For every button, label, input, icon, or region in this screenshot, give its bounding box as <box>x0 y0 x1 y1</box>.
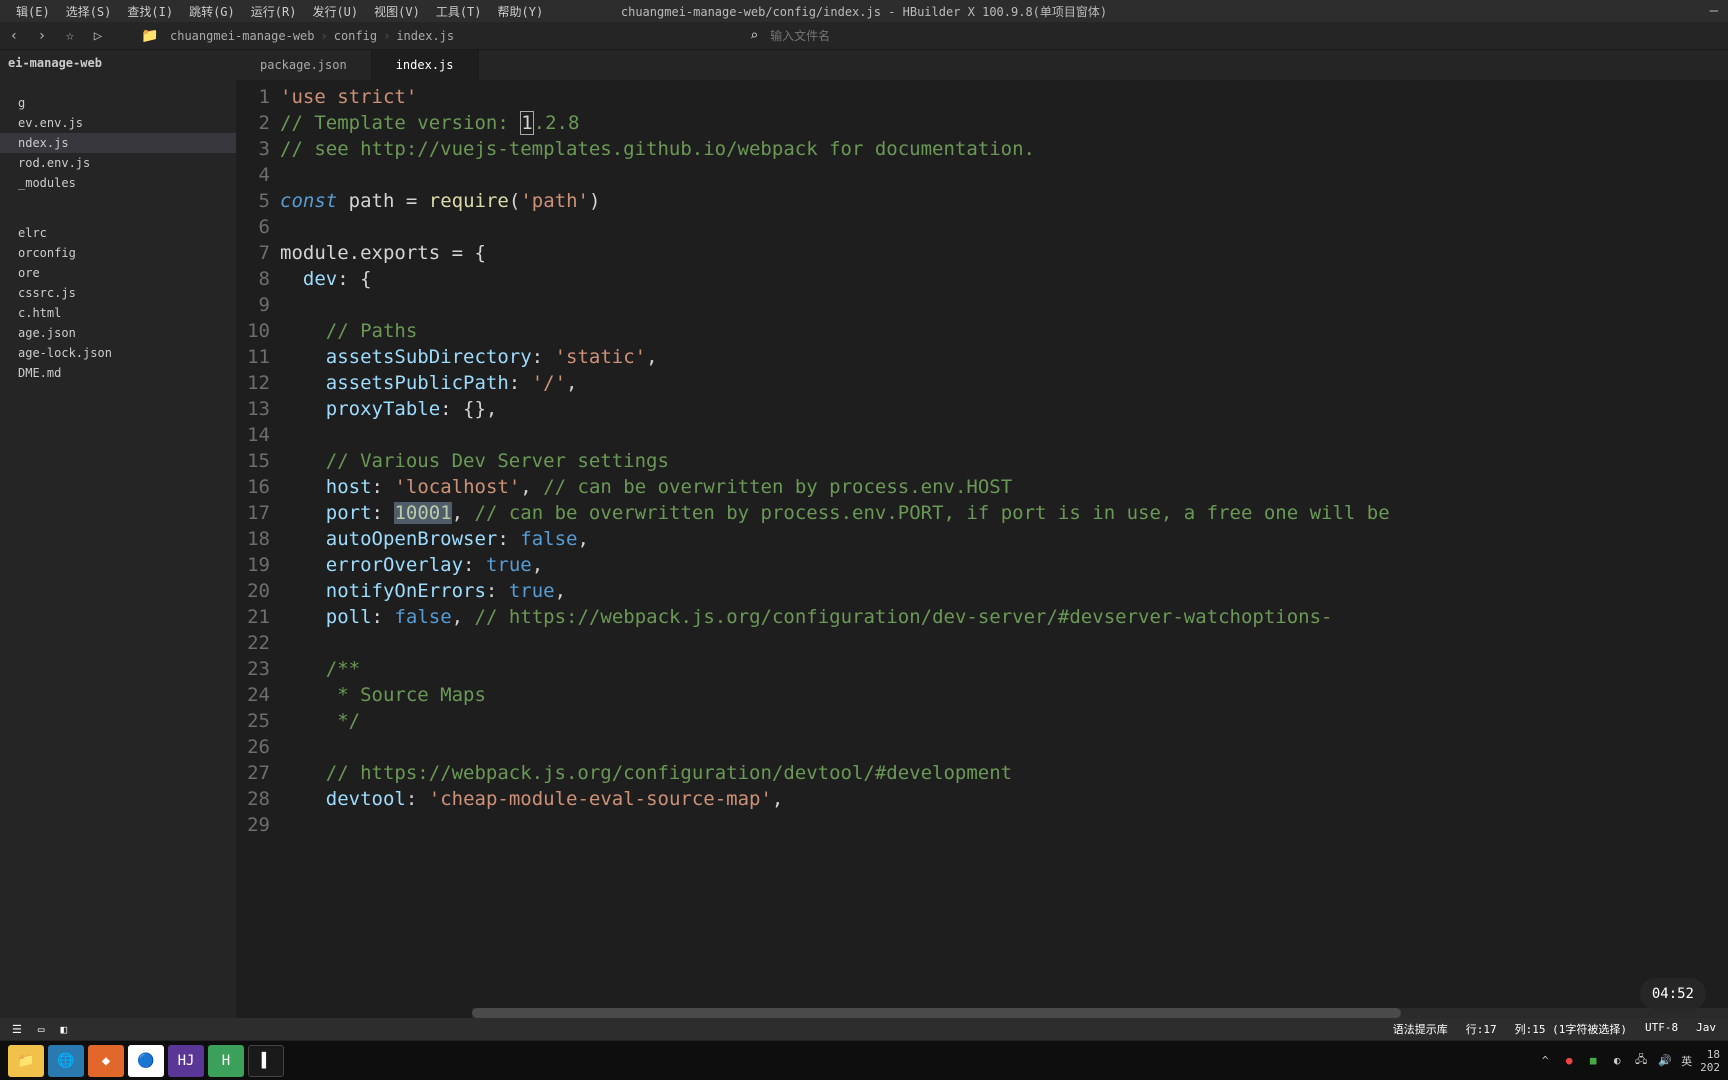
video-time-overlay: 04:52 <box>1640 978 1706 1010</box>
terminal-icon[interactable]: ▭ <box>38 1023 45 1036</box>
menubar: 辑(E) 选择(S) 查找(I) 跳转(G) 运行(R) 发行(U) 视图(V)… <box>0 0 1728 22</box>
tab-package-json[interactable]: package.json <box>236 50 372 80</box>
tree-item[interactable]: g <box>0 93 236 113</box>
ime-indicator[interactable]: 英 <box>1681 1053 1692 1069</box>
tree-item-active[interactable]: ndex.js <box>0 133 236 153</box>
menu-tools[interactable]: 工具(T) <box>428 3 490 20</box>
chevron-up-icon[interactable]: ^ <box>1537 1053 1553 1069</box>
file-explorer[interactable]: ei-manage-web g ev.env.js ndex.js rod.en… <box>0 50 236 1018</box>
system-tray[interactable]: ^ ● ■ ◐ 🖧 🔊 英 18 202 <box>1537 1048 1720 1074</box>
play-icon[interactable]: ▷ <box>90 28 106 44</box>
menu-run[interactable]: 运行(R) <box>243 3 305 20</box>
chevron-right-icon: › <box>383 29 390 43</box>
breadcrumb-item[interactable]: chuangmei-manage-web <box>170 29 315 43</box>
tree-item[interactable]: cssrc.js <box>0 283 236 303</box>
folder-icon[interactable]: 📁 <box>142 28 158 44</box>
app-icon[interactable]: ◆ <box>88 1045 124 1077</box>
line-numbers: 1234567891011121314151617181920212223242… <box>236 84 280 1008</box>
tree-item[interactable]: ev.env.js <box>0 113 236 133</box>
status-lang[interactable]: Jav <box>1696 1021 1716 1037</box>
tree-item[interactable]: DME.md <box>0 363 236 383</box>
tray-icon[interactable]: ◐ <box>1609 1053 1625 1069</box>
code-editor[interactable]: 1234567891011121314151617181920212223242… <box>236 80 1728 1008</box>
menu-help[interactable]: 帮助(Y) <box>490 3 552 20</box>
taskbar-date[interactable]: 202 <box>1700 1061 1720 1074</box>
hbuilder-icon[interactable]: H <box>208 1045 244 1077</box>
window-title: chuangmei-manage-web/config/index.js - H… <box>621 3 1107 20</box>
tree-item[interactable]: age-lock.json <box>0 343 236 363</box>
tree-item[interactable]: orconfig <box>0 243 236 263</box>
tray-icon[interactable]: ● <box>1561 1053 1577 1069</box>
menu-goto[interactable]: 跳转(G) <box>181 3 243 20</box>
tree-item[interactable]: ore <box>0 263 236 283</box>
tree-item[interactable]: elrc <box>0 223 236 243</box>
code-content[interactable]: 'use strict'// Template version: 1.2.8//… <box>280 84 1728 1008</box>
tree-root[interactable]: ei-manage-web <box>0 50 236 73</box>
breadcrumb-item[interactable]: config <box>334 29 377 43</box>
back-icon[interactable]: ‹ <box>6 28 22 44</box>
network-icon[interactable]: 🖧 <box>1633 1053 1649 1069</box>
menu-view[interactable]: 视图(V) <box>366 3 428 20</box>
statusbar: ☰ ▭ ◧ 语法提示库 行:17 列:15 (1字符被选择) UTF-8 Jav <box>0 1018 1728 1040</box>
sound-icon[interactable]: 🔊 <box>1657 1053 1673 1069</box>
tree-item[interactable]: rod.env.js <box>0 153 236 173</box>
forward-icon[interactable]: › <box>34 28 50 44</box>
chevron-right-icon: › <box>321 29 328 43</box>
editor-tabs: package.json index.js <box>236 50 1728 80</box>
horizontal-scrollbar[interactable] <box>472 1008 1728 1018</box>
status-syntax[interactable]: 语法提示库 <box>1393 1021 1448 1037</box>
tree-item[interactable]: _modules <box>0 173 236 193</box>
star-icon[interactable]: ☆ <box>62 28 78 44</box>
breadcrumb: chuangmei-manage-web › config › index.js <box>170 29 454 43</box>
terminal-icon[interactable]: ▌ <box>248 1045 284 1077</box>
minimize-icon[interactable]: — <box>1710 3 1718 19</box>
tab-index-js[interactable]: index.js <box>372 50 479 80</box>
console-icon[interactable]: ◧ <box>61 1023 68 1036</box>
status-line[interactable]: 行:17 <box>1466 1021 1497 1037</box>
tree-item[interactable]: age.json <box>0 323 236 343</box>
menu-find[interactable]: 查找(I) <box>119 3 181 20</box>
breadcrumb-item[interactable]: index.js <box>396 29 454 43</box>
scrollbar-thumb[interactable] <box>472 1008 1401 1018</box>
browser-icon[interactable]: 🌐 <box>48 1045 84 1077</box>
status-col[interactable]: 列:15 (1字符被选择) <box>1515 1021 1627 1037</box>
toolbar: ‹ › ☆ ▷ 📁 chuangmei-manage-web › config … <box>0 22 1728 50</box>
tree-item[interactable]: c.html <box>0 303 236 323</box>
file-explorer-icon[interactable]: 📁 <box>8 1045 44 1077</box>
chrome-icon[interactable]: 🔵 <box>128 1045 164 1077</box>
menu-edit[interactable]: 辑(E) <box>8 3 58 20</box>
search-input[interactable] <box>770 29 970 43</box>
outline-icon[interactable]: ☰ <box>12 1023 22 1036</box>
tray-icon[interactable]: ■ <box>1585 1053 1601 1069</box>
taskbar-time[interactable]: 18 <box>1700 1048 1720 1061</box>
taskbar: 📁 🌐 ◆ 🔵 HJ H ▌ ^ ● ■ ◐ 🖧 🔊 英 18 202 <box>0 1040 1728 1080</box>
search-icon[interactable]: ⌕ <box>746 28 762 44</box>
menu-select[interactable]: 选择(S) <box>58 3 120 20</box>
status-encoding[interactable]: UTF-8 <box>1645 1021 1678 1037</box>
hbuilder-dark-icon[interactable]: HJ <box>168 1045 204 1077</box>
menu-deploy[interactable]: 发行(U) <box>304 3 366 20</box>
